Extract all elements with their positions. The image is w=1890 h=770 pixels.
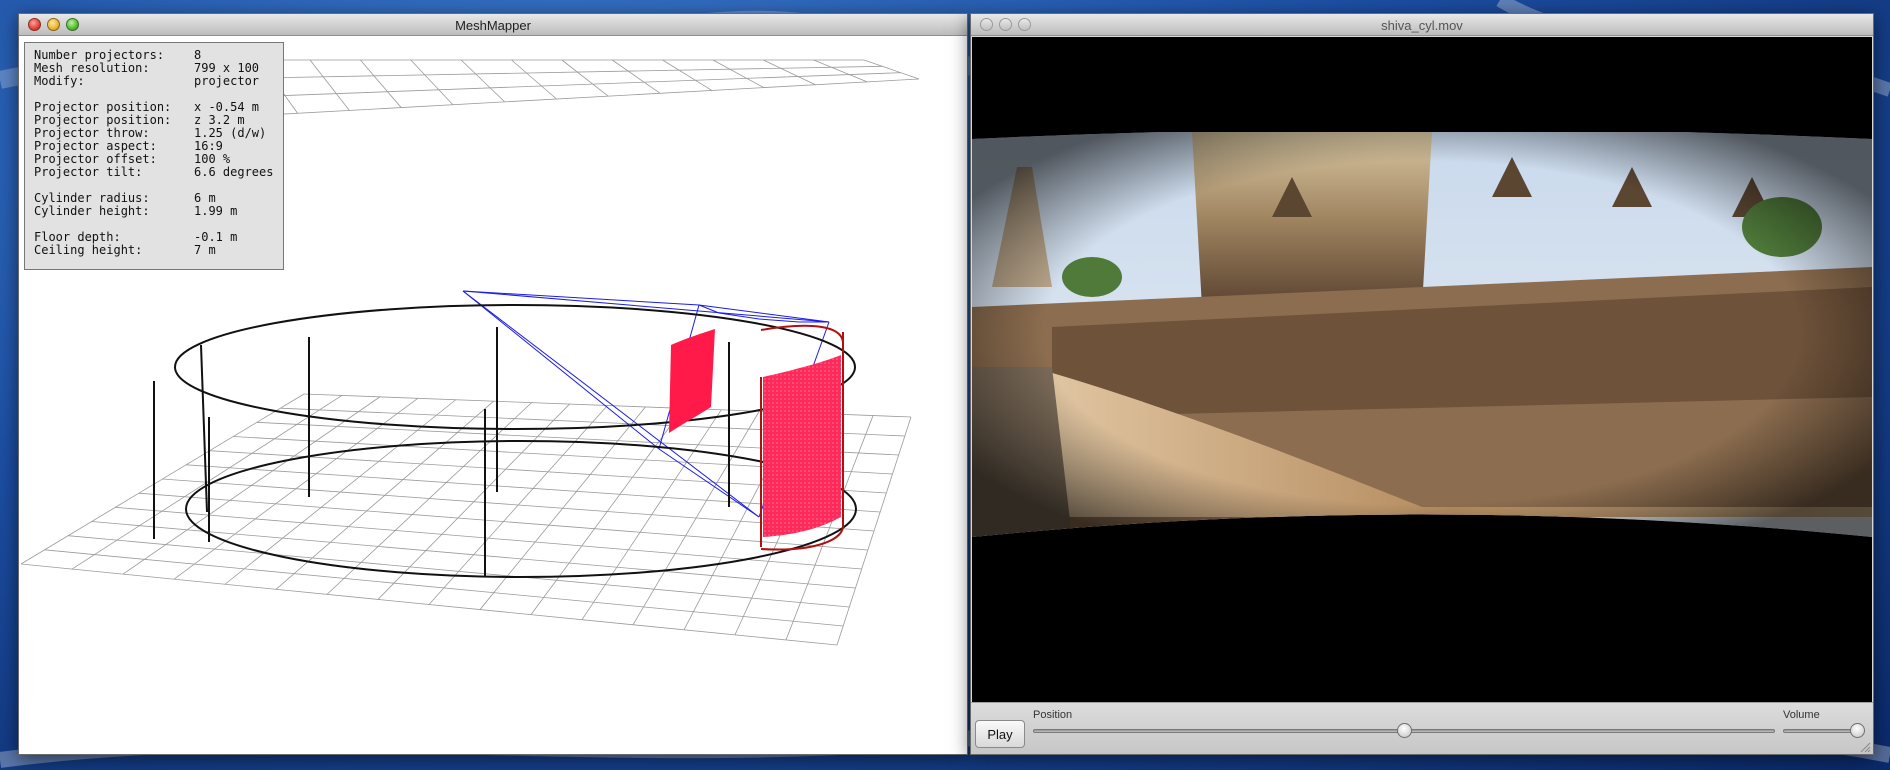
settings-overlay-panel: Number projectors: 8 Mesh resolution: 799 … <box>24 42 284 270</box>
resize-grip-icon[interactable] <box>1859 741 1871 753</box>
info-modify: Modify: projector <box>34 75 274 88</box>
volume-label: Volume <box>1783 709 1820 721</box>
meshmapper-window[interactable]: MeshMapper Number projectors: 8 Mesh res… <box>18 13 968 755</box>
play-button[interactable]: Play <box>975 720 1025 748</box>
info-label: Modify: <box>34 74 85 88</box>
volume-slider-thumb[interactable] <box>1849 723 1865 738</box>
window-title: shiva_cyl.mov <box>1381 18 1463 33</box>
window-title: MeshMapper <box>455 18 531 33</box>
info-value: projector <box>194 74 260 88</box>
info-value: 1.99 m <box>194 204 238 218</box>
volume-slider[interactable] <box>1783 729 1857 733</box>
info-value: 7 m <box>194 243 216 257</box>
info-value: 6.6 degrees <box>194 165 274 179</box>
info-ceiling-height: Ceiling height: 7 m <box>34 244 274 257</box>
temple-panorama-image <box>972 128 1872 537</box>
info-projector-tilt: Projector tilt: 6.6 degrees <box>34 166 274 179</box>
movie-player-window[interactable]: shiva_cyl.mov Play Position Volume <box>970 13 1874 755</box>
position-label: Position <box>1033 709 1073 721</box>
info-label: Projector tilt: <box>34 165 143 179</box>
meshmapper-titlebar[interactable]: MeshMapper <box>19 14 967 36</box>
info-cylinder-height: Cylinder height: 1.99 m <box>34 205 274 218</box>
info-label: Cylinder height: <box>34 204 150 218</box>
movie-titlebar[interactable]: shiva_cyl.mov <box>971 14 1873 36</box>
info-label: Ceiling height: <box>34 243 143 257</box>
video-frame[interactable] <box>972 37 1872 702</box>
playback-controls: Play Position Volume <box>971 702 1873 754</box>
position-slider-thumb[interactable] <box>1396 723 1412 738</box>
